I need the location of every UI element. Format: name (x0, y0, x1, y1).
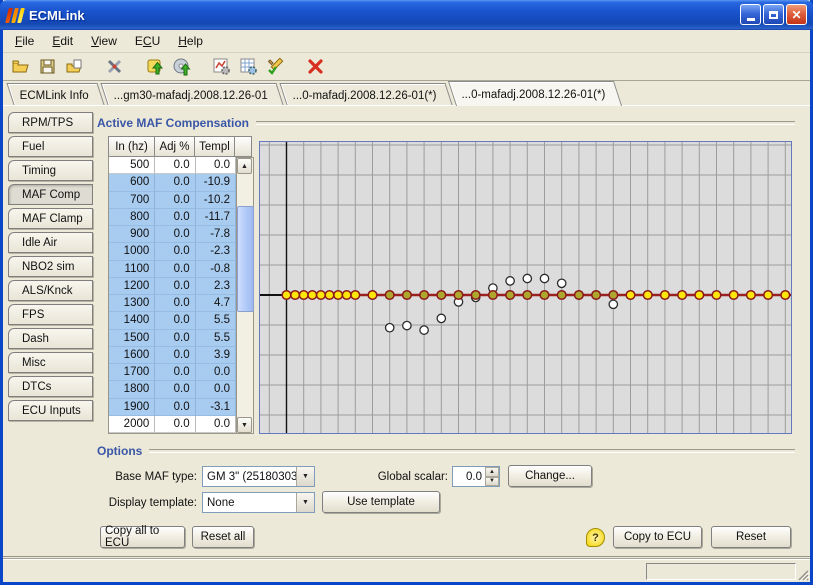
column-header-spacer (234, 136, 252, 157)
reset-all-button[interactable]: Reset all (192, 526, 254, 548)
sidebar-item[interactable]: Fuel (8, 136, 93, 157)
sidebar-item[interactable]: Misc (8, 352, 93, 373)
read-disc-icon[interactable] (171, 57, 191, 77)
chevron-down-icon[interactable]: ▼ (296, 467, 314, 486)
sidebar-item[interactable]: MAF Clamp (8, 208, 93, 229)
table-body: 500 0.0 0.0 600 0.0 -10.9 700 0.0 -10.2 … (108, 157, 237, 434)
menu-item[interactable]: File (6, 32, 43, 50)
toolbar (0, 53, 813, 81)
base-maf-type-select[interactable]: GM 3" (25180303) ▼ (202, 466, 315, 487)
disconnect-icon[interactable] (305, 57, 325, 77)
scroll-up-arrow-icon[interactable]: ▲ (237, 158, 252, 174)
capture-options-icon[interactable] (238, 57, 258, 77)
sidebar-item[interactable]: Timing (8, 160, 93, 181)
app-settings-icon[interactable] (104, 57, 124, 77)
table-row[interactable]: 800 0.0 -11.7 (109, 209, 236, 226)
resize-grip[interactable] (796, 568, 809, 581)
menu-item[interactable]: Help (169, 32, 212, 50)
maf-compensation-chart[interactable] (259, 141, 792, 434)
category-sidebar: RPM/TPS Fuel Timing MAF Comp MAF Clamp I… (8, 112, 93, 424)
table-row[interactable]: 1500 0.0 5.5 (109, 330, 236, 347)
table-row[interactable]: 1300 0.0 4.7 (109, 295, 236, 312)
base-maf-type-label: Base MAF type: (87, 469, 197, 485)
table-row[interactable]: 1200 0.0 2.3 (109, 278, 236, 295)
divider (256, 121, 795, 125)
table-row[interactable]: 1100 0.0 -0.8 (109, 261, 236, 278)
column-header-in-hz[interactable]: In (hz) (108, 136, 155, 157)
document-tab[interactable]: ECMLink Info (6, 83, 104, 105)
sidebar-item[interactable]: RPM/TPS (8, 112, 93, 133)
spinner-up-icon[interactable]: ▲ (485, 467, 499, 477)
titlebar[interactable]: ECMLink ✕ (0, 0, 813, 30)
document-tab[interactable]: ...0-mafadj.2008.12.26-01(*) (280, 83, 453, 105)
sidebar-item[interactable]: Dash (8, 328, 93, 349)
display-template-label: Display template: (87, 495, 197, 511)
open-file-icon[interactable] (10, 57, 30, 77)
copy-to-ecu-button[interactable]: Copy to ECU (613, 526, 702, 548)
maf-panel-title: Active MAF Compensation (97, 116, 249, 130)
spinner-down-icon[interactable]: ▼ (485, 477, 499, 487)
table-row[interactable]: 1000 0.0 -2.3 (109, 243, 236, 260)
help-icon[interactable]: ? (586, 528, 605, 547)
sidebar-item[interactable]: NBO2 sim (8, 256, 93, 277)
sidebar-item[interactable]: ALS/Knck (8, 280, 93, 301)
scroll-down-arrow-icon[interactable]: ▼ (237, 417, 252, 433)
sidebar-item[interactable]: FPS (8, 304, 93, 325)
save-file-icon[interactable] (37, 57, 57, 77)
table-row[interactable]: 700 0.0 -10.2 (109, 192, 236, 209)
import-folder-icon[interactable] (64, 57, 84, 77)
maf-table: In (hz) Adj % Templ 500 0.0 0.0 600 0.0 … (108, 136, 255, 434)
window-title: ECMLink (29, 8, 85, 23)
maximize-button[interactable] (763, 4, 784, 25)
column-header-templ[interactable]: Templ (194, 136, 235, 157)
global-scalar-value[interactable]: 0.0 (453, 467, 485, 486)
display-template-select[interactable]: None ▼ (202, 492, 315, 513)
column-header-adj[interactable]: Adj % (154, 136, 195, 157)
reset-button[interactable]: Reset (711, 526, 791, 548)
table-row[interactable]: 1900 0.0 -3.1 (109, 399, 236, 416)
options-title: Options (97, 444, 142, 458)
copy-all-to-ecu-button[interactable]: Copy all to ECU (100, 526, 185, 548)
send-to-ecu-icon[interactable] (144, 57, 164, 77)
scrollbar-thumb[interactable] (237, 206, 254, 312)
menu-item[interactable]: View (82, 32, 126, 50)
global-scalar-label: Global scalar: (352, 469, 448, 485)
table-header: In (hz) Adj % Templ (108, 136, 255, 157)
table-row[interactable]: 1800 0.0 0.0 (109, 381, 236, 398)
table-row[interactable]: 1600 0.0 3.9 (109, 347, 236, 364)
sidebar-item[interactable]: MAF Comp (8, 184, 93, 205)
table-row[interactable]: 600 0.0 -10.9 (109, 174, 236, 191)
document-tab[interactable]: ...0-mafadj.2008.12.26-01(*) (448, 81, 622, 106)
table-row[interactable]: 1700 0.0 0.0 (109, 364, 236, 381)
global-scalar-spinner[interactable]: 0.0 ▲ ▼ (452, 466, 500, 487)
document-tab[interactable]: ...gm30-mafadj.2008.12.26-01 (100, 83, 283, 105)
menu-item[interactable]: Edit (43, 32, 82, 50)
close-button[interactable]: ✕ (786, 4, 807, 25)
sidebar-item[interactable]: DTCs (8, 376, 93, 397)
change-button[interactable]: Change... (508, 465, 592, 487)
menu-item[interactable]: ECU (126, 32, 169, 50)
statusbar (3, 559, 810, 582)
chevron-down-icon[interactable]: ▼ (296, 493, 314, 512)
minimize-button[interactable] (740, 4, 761, 25)
sidebar-item[interactable]: Idle Air (8, 232, 93, 253)
table-row[interactable]: 1400 0.0 5.5 (109, 312, 236, 329)
table-row[interactable]: 900 0.0 -7.8 (109, 226, 236, 243)
divider (149, 449, 795, 453)
table-scrollbar[interactable]: ▲ ▼ (237, 157, 254, 434)
table-row[interactable]: 2000 0.0 0.0 (109, 416, 236, 433)
app-logo-icon (5, 8, 25, 23)
use-template-button[interactable]: Use template (322, 491, 440, 513)
log-options-icon[interactable] (211, 57, 231, 77)
document-tabs: ECMLink Info ...gm30-mafadj.2008.12.26-0… (0, 81, 813, 105)
sidebar-item[interactable]: ECU Inputs (8, 400, 93, 421)
status-message-field (646, 563, 796, 580)
edit-tools-icon[interactable] (265, 57, 285, 77)
menubar: File Edit View ECU Help (0, 30, 813, 53)
table-row[interactable]: 500 0.0 0.0 (109, 157, 236, 174)
